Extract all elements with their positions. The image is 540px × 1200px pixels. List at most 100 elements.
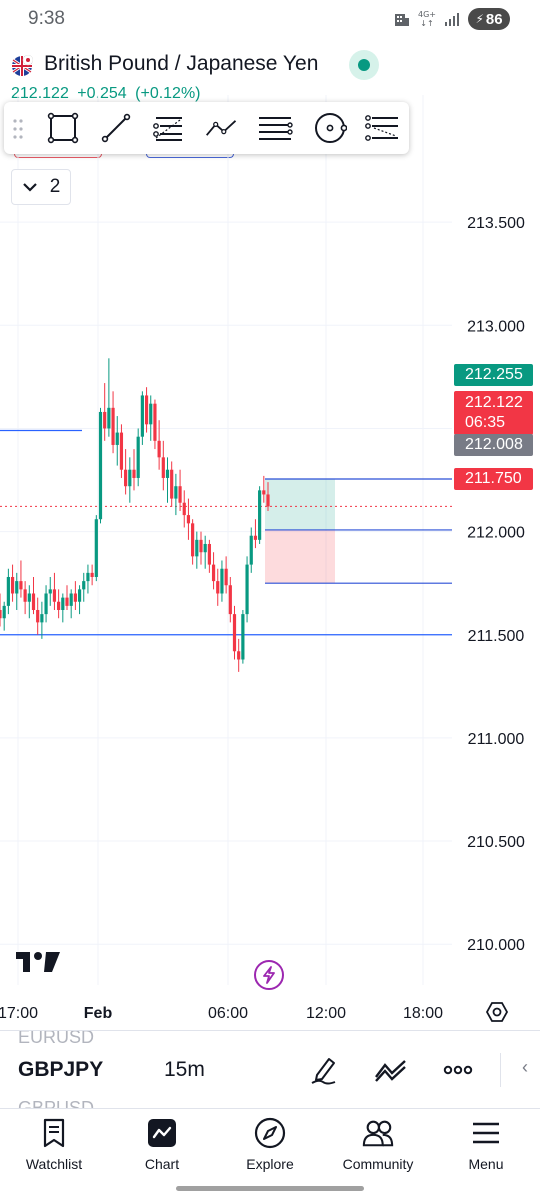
candle: [6, 568, 10, 615]
profit-zone[interactable]: [265, 478, 335, 530]
candle: [119, 424, 124, 478]
candle: [199, 531, 203, 565]
candle: [65, 585, 69, 610]
status-icons: 4G+ ↓↑ ⚡ 86: [394, 8, 510, 30]
collapse-indicators-button[interactable]: 2: [11, 169, 71, 205]
candle: [203, 535, 207, 569]
candle: [23, 581, 27, 615]
price-tick-label: 213.500: [467, 215, 525, 232]
candle: [216, 568, 220, 606]
interval-selector[interactable]: 15m: [164, 1058, 205, 1082]
candle: [128, 457, 132, 503]
candle: [191, 519, 195, 565]
long-position-tool[interactable]: [265, 478, 452, 584]
currency-flags-icon: [12, 55, 33, 76]
quick-trade-button[interactable]: [254, 960, 284, 990]
nav-explore[interactable]: Explore: [216, 1109, 324, 1179]
candle: [31, 576, 36, 615]
time-tick-label: 06:00: [208, 1005, 248, 1022]
candle: [40, 601, 44, 639]
candle: [57, 589, 61, 619]
current-price-value: 212.122: [465, 394, 523, 411]
target-price-label: 212.255: [454, 364, 533, 386]
drawing-toolbar: [4, 102, 409, 154]
price-axis[interactable]: 213.500213.000212.500212.000211.500211.0…: [467, 215, 525, 1025]
signal-icon: [445, 13, 459, 26]
nav-watchlist[interactable]: Watchlist: [0, 1109, 108, 1179]
nav-community[interactable]: Community: [324, 1109, 432, 1179]
chevron-left-icon[interactable]: ‹: [522, 1057, 528, 1078]
watchlist-icon: [38, 1117, 70, 1149]
candle: [207, 539, 211, 573]
symbol-title[interactable]: British Pound / Japanese Yen: [44, 52, 318, 76]
candle: [241, 609, 245, 664]
candle: [19, 560, 23, 598]
path-icon: [206, 120, 237, 136]
loss-zone[interactable]: [265, 529, 335, 584]
time-tick-label: 18:00: [403, 1005, 443, 1022]
market-status-indicator[interactable]: [349, 50, 379, 80]
candle: [182, 490, 186, 528]
chevron-down-icon: [22, 183, 37, 192]
time-tick-label: Feb: [84, 1005, 113, 1022]
nav-chart[interactable]: Chart: [108, 1109, 216, 1179]
more-options-button[interactable]: [441, 1053, 475, 1087]
candle: [69, 589, 73, 619]
path-tool[interactable]: [204, 110, 240, 146]
drag-handle-icon[interactable]: [12, 118, 24, 140]
stop-price-label: 211.750: [454, 468, 533, 490]
previous-symbol[interactable]: EURUSD: [18, 1031, 94, 1045]
horizontal-lines-icon: [259, 117, 293, 140]
candle: [237, 638, 241, 672]
candle: [258, 486, 262, 544]
indicators-icon: [375, 1060, 406, 1082]
candle: [2, 601, 6, 631]
candle: [77, 585, 82, 615]
nav-label: Menu: [468, 1156, 504, 1172]
candle: [136, 428, 140, 487]
time-axis[interactable]: 17:00 Feb 06:00 12:00 18:00: [0, 1005, 443, 1022]
chart-settings-icon[interactable]: [485, 1000, 509, 1024]
drawing-tools-button[interactable]: [307, 1053, 341, 1087]
candle: [86, 564, 90, 594]
candle: [144, 387, 149, 433]
price-chart[interactable]: 213.500213.000212.500212.000211.500211.0…: [0, 95, 540, 1025]
price-tick-label: 211.500: [468, 628, 525, 645]
nav-label: Community: [342, 1156, 414, 1172]
rectangle-tool[interactable]: [45, 110, 81, 146]
candle: [52, 572, 57, 610]
nav-menu[interactable]: Menu: [432, 1109, 540, 1179]
network-type: 4G+ ↓↑: [418, 10, 436, 28]
indicators-button[interactable]: [374, 1053, 408, 1087]
battery-level: 86: [485, 10, 503, 28]
fib-retracement-tool[interactable]: [151, 110, 187, 146]
price-tick-label: 212.000: [467, 525, 525, 542]
candle: [253, 519, 258, 549]
next-symbol[interactable]: GBPUSD: [18, 1095, 94, 1109]
candle: [0, 593, 2, 627]
candle: [44, 585, 48, 623]
circle-tool[interactable]: [312, 110, 348, 146]
time-tick-label: 12:00: [306, 1005, 346, 1022]
candle: [115, 416, 119, 466]
horizontal-lines-tool[interactable]: [257, 110, 293, 146]
entry-price-label: 212.008: [454, 434, 533, 456]
candle: [73, 581, 77, 610]
indicator-count: 2: [49, 176, 61, 197]
trend-line-tool[interactable]: [98, 110, 134, 146]
candlestick-series: [0, 358, 270, 672]
tradingview-logo-icon[interactable]: [16, 950, 60, 974]
home-indicator: [176, 1186, 364, 1191]
fib-retracement-icon: [153, 117, 182, 141]
candle: [98, 407, 103, 524]
candle: [161, 440, 165, 491]
battery-indicator: ⚡ 86: [468, 8, 510, 30]
status-bar: 9:38 4G+ ↓↑ ⚡ 86: [0, 0, 540, 40]
candle: [153, 399, 157, 450]
candle: [186, 498, 191, 540]
candle: [27, 585, 31, 619]
nav-label: Chart: [144, 1156, 180, 1172]
current-symbol[interactable]: GBPJPY: [18, 1058, 103, 1082]
candle: [61, 593, 65, 623]
pattern-tool[interactable]: [364, 110, 400, 146]
